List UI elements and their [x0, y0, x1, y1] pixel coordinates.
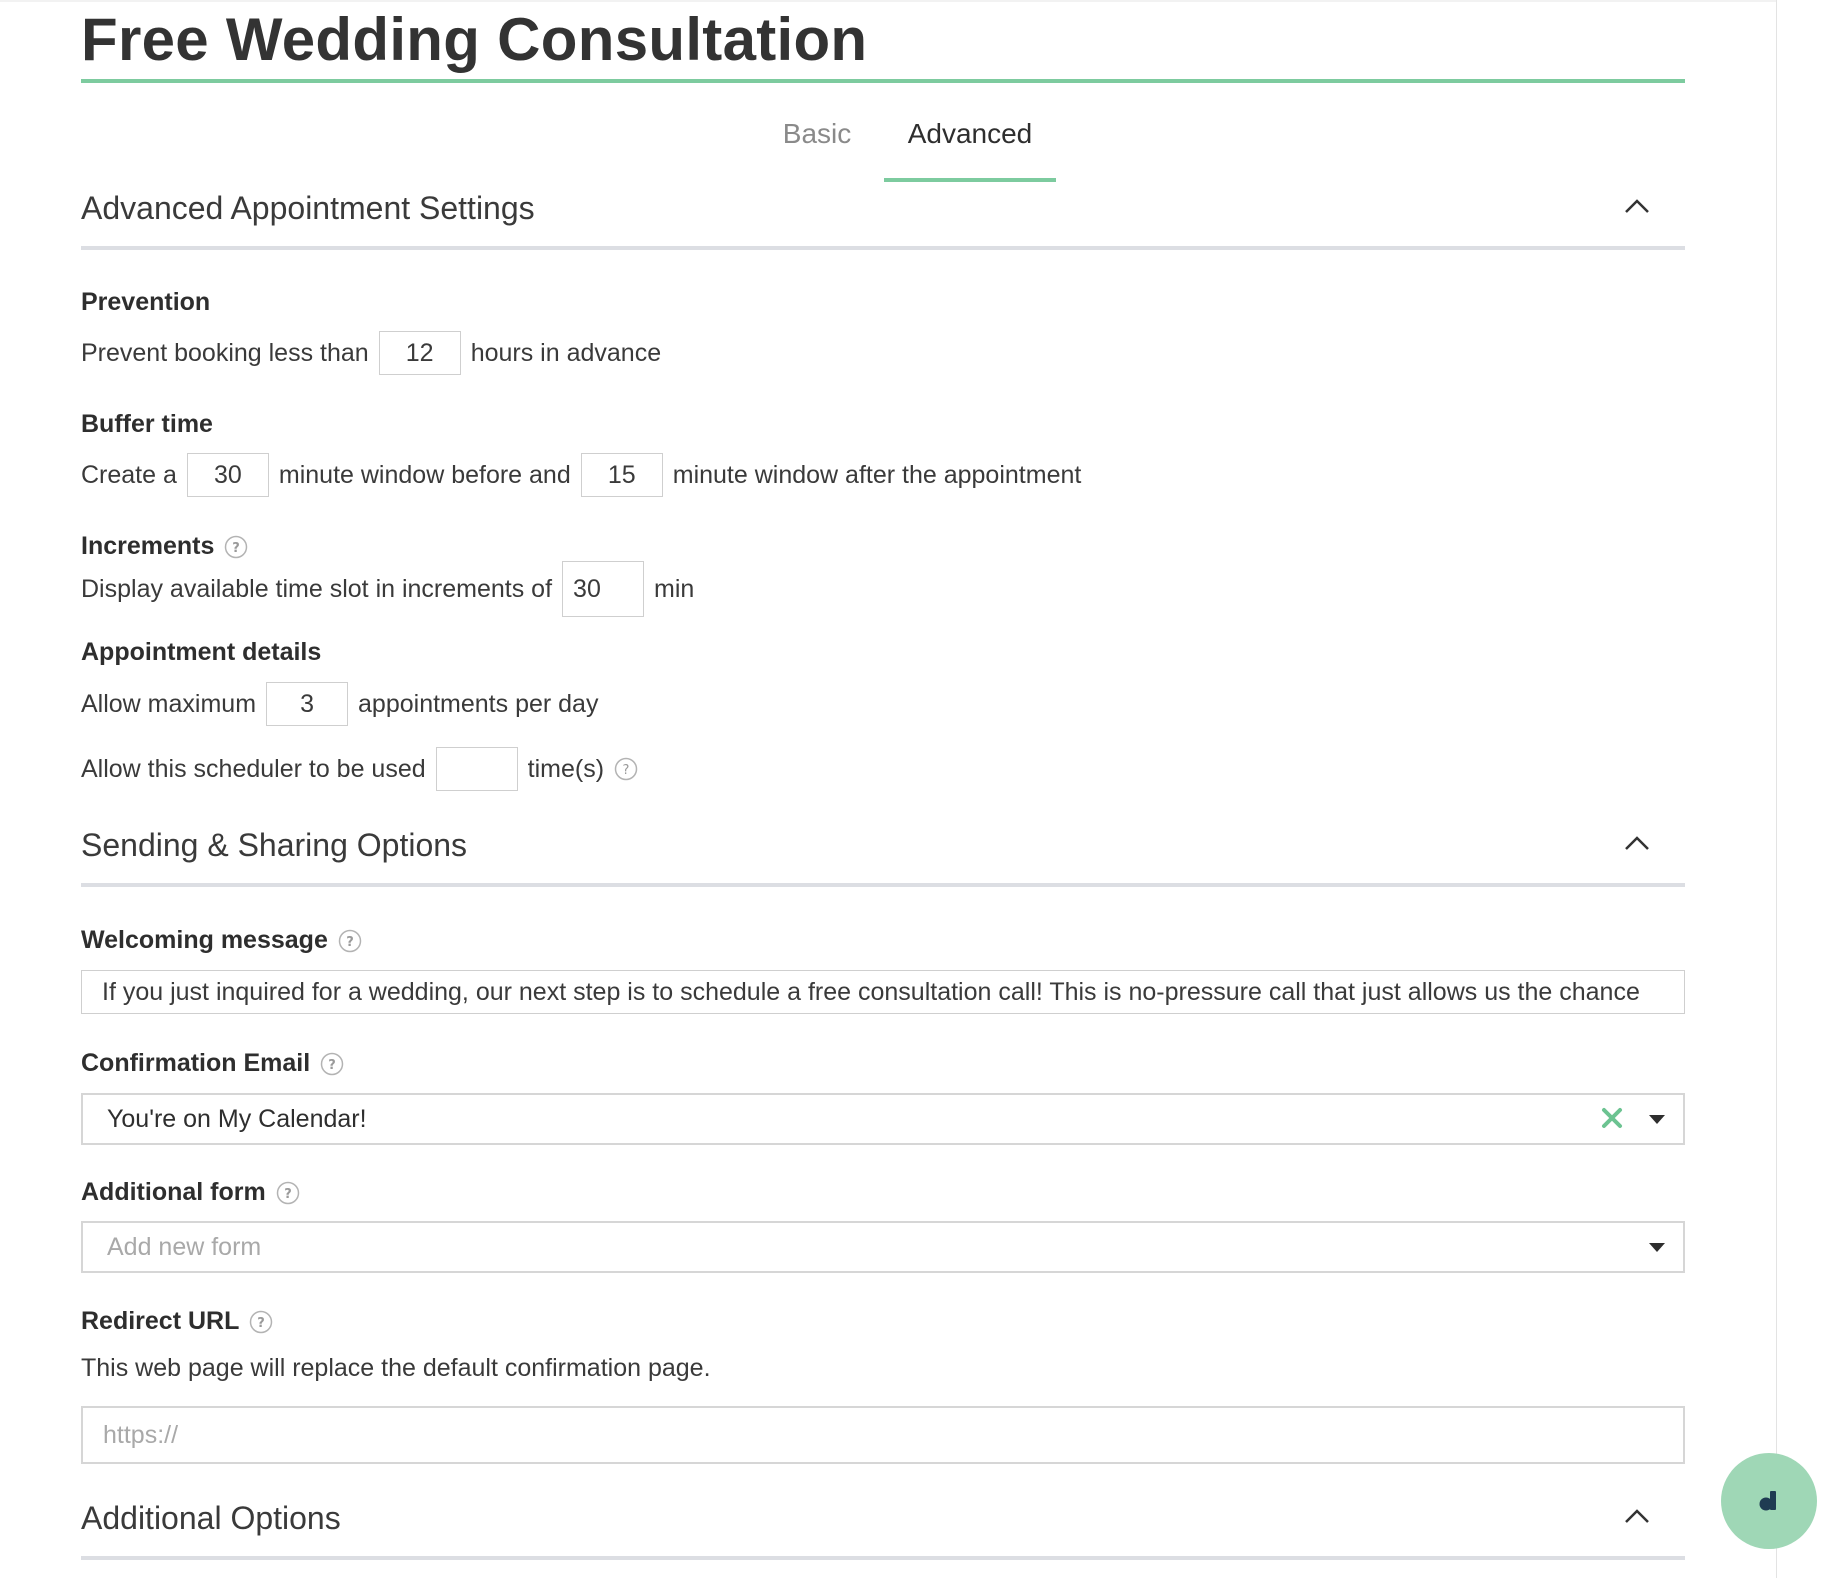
right-divider: [1776, 0, 1777, 1578]
svg-text:?: ?: [623, 763, 630, 778]
increments-label: Increments?: [81, 530, 248, 562]
chevron-up-icon[interactable]: [1623, 829, 1651, 857]
buffer-suffix: minute window after the appointment: [672, 460, 1082, 489]
help-icon[interactable]: ?: [614, 757, 638, 781]
redirect-url-label: Redirect URL?: [81, 1305, 273, 1337]
svg-text:?: ?: [258, 1316, 266, 1331]
buffer-time-row: Create a minute window before and minute…: [81, 452, 1081, 498]
help-icon[interactable]: ?: [249, 1310, 273, 1334]
redirect-url-description: This web page will replace the default c…: [81, 1354, 711, 1382]
dubsado-logo-icon: [1759, 1491, 1776, 1511]
max-suffix: appointments per day: [358, 689, 599, 718]
scheduler-uses-input[interactable]: [435, 747, 518, 791]
welcoming-message-label: Welcoming message?: [81, 924, 362, 956]
prevention-row: Prevent booking less than hours in advan…: [81, 330, 661, 376]
active-tab-indicator: [884, 178, 1056, 182]
section-title: Sending & Sharing Options: [81, 827, 468, 863]
chat-launcher-button[interactable]: [1721, 1453, 1817, 1549]
tab-bar: Basic Advanced: [81, 100, 1685, 182]
prevention-prefix: Prevent booking less than: [81, 338, 369, 367]
top-edge: [0, 0, 1776, 2]
section-header-advanced-settings[interactable]: Advanced Appointment Settings: [81, 186, 1685, 250]
buffer-before-input[interactable]: [186, 453, 269, 497]
svg-text:?: ?: [346, 935, 354, 950]
caret-down-icon[interactable]: [1649, 1241, 1665, 1253]
tab-basic[interactable]: Basic: [751, 100, 883, 182]
svg-text:?: ?: [233, 541, 241, 556]
prevention-hours-input[interactable]: [378, 331, 461, 375]
clear-x-icon[interactable]: [1601, 1107, 1623, 1129]
increments-suffix: min: [654, 574, 695, 603]
increments-input[interactable]: [562, 561, 645, 617]
scheduler-uses-row: Allow this scheduler to be used time(s) …: [81, 746, 638, 792]
tab-advanced[interactable]: Advanced: [884, 100, 1056, 182]
uses-prefix: Allow this scheduler to be used: [81, 754, 426, 783]
confirmation-email-label-text: Confirmation Email: [81, 1049, 311, 1077]
uses-suffix: time(s): [527, 754, 605, 783]
section-title: Advanced Appointment Settings: [81, 190, 535, 226]
prevention-label: Prevention: [81, 288, 211, 316]
svg-text:?: ?: [328, 1058, 336, 1073]
increments-prefix: Display available time slot in increment…: [81, 574, 553, 603]
tab-advanced-label: Advanced: [907, 118, 1033, 149]
svg-text:?: ?: [284, 1187, 292, 1202]
appointment-details-label: Appointment details: [81, 638, 322, 666]
redirect-url-input[interactable]: [81, 1406, 1685, 1464]
confirmation-email-label: Confirmation Email?: [81, 1047, 344, 1079]
max-appointments-input[interactable]: [266, 682, 349, 726]
increments-label-text: Increments: [81, 532, 215, 560]
max-prefix: Allow maximum: [81, 689, 257, 718]
page-title: Free Wedding Consultation: [81, 6, 868, 73]
buffer-prefix: Create a: [81, 460, 177, 489]
additional-form-label: Additional form?: [81, 1176, 300, 1208]
help-icon[interactable]: ?: [320, 1052, 344, 1076]
additional-form-placeholder: Add new form: [107, 1233, 262, 1261]
additional-form-label-text: Additional form: [81, 1178, 266, 1206]
help-icon[interactable]: ?: [338, 929, 362, 953]
section-title: Additional Options: [81, 1500, 341, 1536]
welcoming-message-label-text: Welcoming message: [81, 926, 328, 954]
help-icon[interactable]: ?: [276, 1181, 300, 1205]
confirmation-email-select[interactable]: You're on My Calendar!: [81, 1093, 1685, 1145]
buffer-after-input[interactable]: [580, 453, 663, 497]
chevron-up-icon[interactable]: [1623, 1502, 1651, 1530]
prevention-suffix: hours in advance: [470, 338, 662, 367]
additional-form-select[interactable]: Add new form: [81, 1221, 1685, 1273]
confirmation-email-value: You're on My Calendar!: [107, 1105, 367, 1133]
redirect-url-label-text: Redirect URL: [81, 1307, 240, 1335]
welcoming-message-input[interactable]: [81, 970, 1685, 1014]
caret-down-icon[interactable]: [1649, 1113, 1665, 1125]
section-header-sending-sharing[interactable]: Sending & Sharing Options: [81, 823, 1685, 887]
buffer-middle: minute window before and: [278, 460, 571, 489]
chevron-up-icon[interactable]: [1623, 192, 1651, 220]
help-icon[interactable]: ?: [224, 535, 248, 559]
buffer-time-label: Buffer time: [81, 410, 213, 438]
section-header-additional-options[interactable]: Additional Options: [81, 1496, 1685, 1560]
increments-row: Display available time slot in increment…: [81, 560, 694, 618]
title-underline: [81, 79, 1685, 83]
max-appointments-row: Allow maximum appointments per day: [81, 681, 598, 727]
